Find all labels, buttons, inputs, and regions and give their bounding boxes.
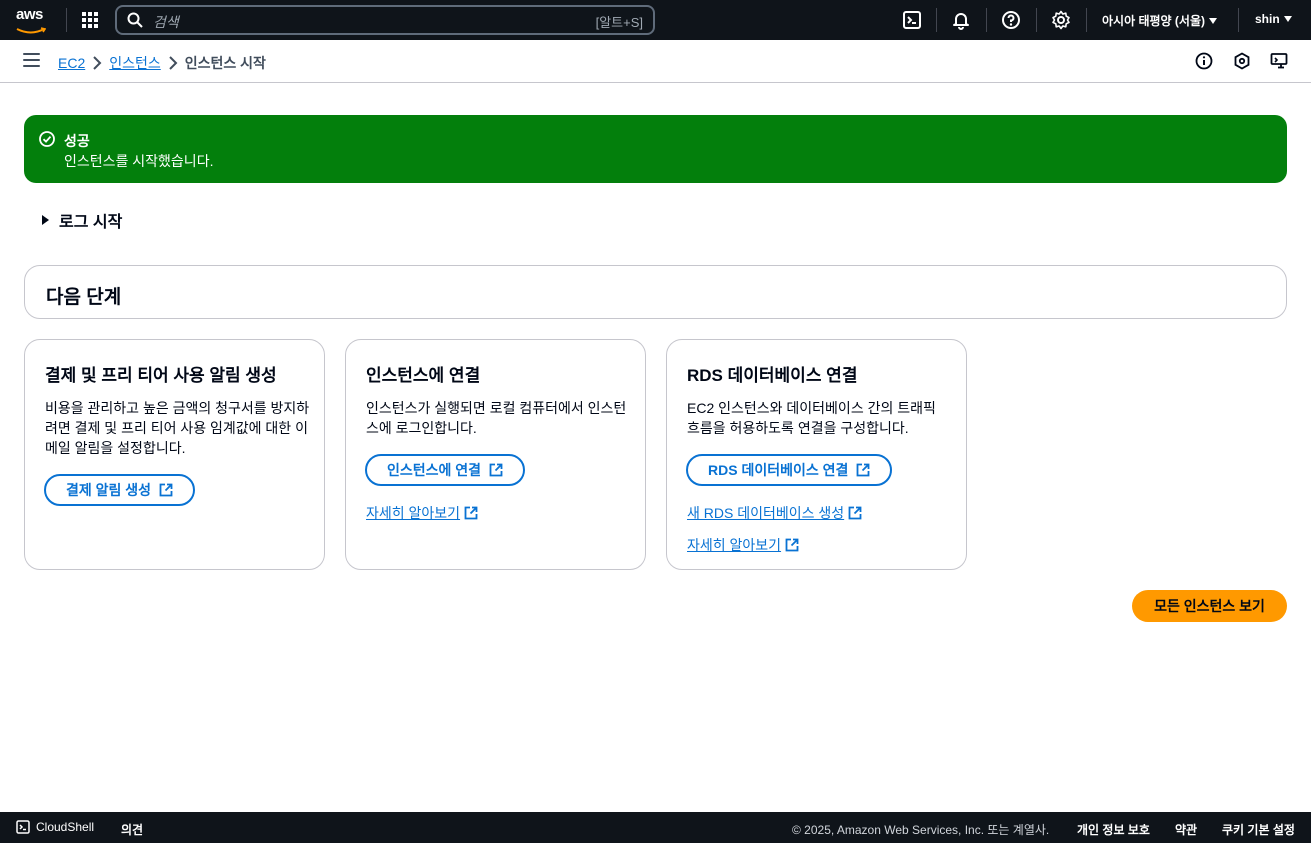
card-title: 결제 및 프리 티어 사용 알림 생성	[45, 366, 277, 385]
link-label: 자세히 알아보기	[687, 537, 782, 553]
flash-message: 인스턴스를 시작했습니다.	[64, 153, 214, 169]
external-link-icon	[856, 463, 870, 477]
divider	[986, 8, 987, 32]
search-shortcut: [알트+S]	[595, 15, 643, 30]
footer: CloudShell 의견 © 2025, Amazon Web Service…	[0, 812, 1311, 843]
cloudshell-icon	[16, 820, 30, 834]
log-expander-label: 로그 시작	[59, 214, 123, 231]
search-input[interactable]: 검색 [알트+S]	[115, 5, 655, 35]
top-navigation: aws 검색 [알트+S] 아시아 태평양 (서울) shin	[0, 0, 1311, 40]
chevron-right-icon	[85, 55, 109, 71]
info-icon[interactable]	[1195, 52, 1213, 70]
log-expander[interactable]: 로그 시작	[42, 208, 122, 232]
external-link-icon	[159, 483, 173, 497]
link-label: 새 RDS 데이터베이스 생성	[687, 505, 845, 521]
external-link-icon	[848, 506, 862, 520]
aws-logo-text: aws	[16, 6, 43, 23]
region-selector[interactable]: 아시아 태평양 (서울)	[1102, 12, 1217, 29]
card-title: RDS 데이터베이스 연결	[687, 366, 858, 385]
success-icon	[39, 131, 55, 147]
external-link-icon	[785, 538, 799, 552]
card-title: 인스턴스에 연결	[366, 366, 481, 385]
divider	[1086, 8, 1087, 32]
link-label: 자세히 알아보기	[366, 505, 461, 521]
aws-logo[interactable]: aws	[16, 6, 50, 34]
create-rds-link[interactable]: 새 RDS 데이터베이스 생성	[687, 503, 862, 523]
divider	[1036, 8, 1037, 32]
caret-right-icon	[42, 215, 49, 225]
connect-instance-button[interactable]: 인스턴스에 연결	[365, 454, 526, 486]
privacy-link[interactable]: 개인 정보 보호	[1077, 821, 1150, 838]
divider	[936, 8, 937, 32]
button-label: 결제 알림 생성	[66, 482, 152, 498]
chevron-right-icon	[161, 55, 185, 71]
divider	[66, 8, 67, 32]
cloudshell-label: CloudShell	[36, 820, 95, 834]
caret-down-icon	[1208, 18, 1217, 24]
divider	[1238, 8, 1239, 32]
learn-more-link[interactable]: 자세히 알아보기	[366, 503, 478, 523]
breadcrumb-bar: EC2 인스턴스 인스턴스 시작	[0, 40, 1311, 83]
settings-icon[interactable]	[1051, 10, 1071, 30]
aws-smile-icon	[16, 27, 47, 34]
caret-down-icon	[1283, 16, 1292, 22]
grid-icon[interactable]	[81, 11, 99, 29]
cookie-preferences-link[interactable]: 쿠키 기본 설정	[1222, 821, 1295, 838]
feedback-link[interactable]: 의견	[121, 821, 143, 838]
breadcrumb-current: 인스턴스 시작	[184, 55, 266, 71]
card-rds-connect: RDS 데이터베이스 연결 EC2 인스턴스와 데이터베이스 간의 트래픽 흐름…	[666, 339, 967, 570]
card-description: 비용을 관리하고 높은 금액의 청구서를 방지하려면 결제 및 프리 티어 사용…	[45, 400, 310, 456]
breadcrumb-instances[interactable]: 인스턴스	[109, 53, 161, 73]
card-description: EC2 인스턴스와 데이터베이스 간의 트래픽 흐름을 허용하도록 연결을 구성…	[687, 400, 936, 436]
create-billing-alert-button[interactable]: 결제 알림 생성	[44, 474, 196, 506]
card-description: 인스턴스가 실행되면 로컬 컴퓨터에서 인스턴스에 로그인합니다.	[366, 400, 627, 436]
search-placeholder: 검색	[153, 14, 179, 30]
region-label: 아시아 태평양 (서울)	[1102, 14, 1205, 28]
card-billing-alerts: 결제 및 프리 티어 사용 알림 생성 비용을 관리하고 높은 금액의 청구서를…	[24, 339, 325, 570]
external-link-icon	[489, 463, 503, 477]
card-connect-instance: 인스턴스에 연결 인스턴스가 실행되면 로컬 컴퓨터에서 인스턴스에 로그인합니…	[345, 339, 646, 570]
cloudshell-button[interactable]: CloudShell	[16, 820, 94, 834]
hexagon-icon[interactable]	[1233, 52, 1251, 70]
help-icon[interactable]	[1001, 10, 1021, 30]
success-flash: 성공 인스턴스를 시작했습니다.	[24, 115, 1287, 183]
external-link-icon	[464, 506, 478, 520]
monitor-icon[interactable]	[1270, 52, 1288, 70]
user-menu[interactable]: shin	[1255, 12, 1292, 26]
next-steps-container: 다음 단계	[24, 265, 1287, 319]
next-steps-heading: 다음 단계	[46, 287, 122, 308]
search-icon	[127, 12, 143, 28]
breadcrumb: EC2 인스턴스 인스턴스 시작	[58, 53, 266, 73]
menu-icon[interactable]	[23, 53, 40, 69]
button-label: RDS 데이터베이스 연결	[708, 462, 849, 478]
learn-more-link[interactable]: 자세히 알아보기	[687, 535, 799, 555]
flash-title: 성공	[64, 133, 90, 149]
view-all-instances-button[interactable]: 모든 인스턴스 보기	[1132, 590, 1287, 622]
cloudshell-icon[interactable]	[902, 10, 922, 30]
terms-link[interactable]: 약관	[1175, 821, 1197, 838]
user-name: shin	[1255, 12, 1280, 26]
breadcrumb-ec2[interactable]: EC2	[58, 55, 85, 71]
bell-icon[interactable]	[951, 10, 971, 30]
copyright-text: © 2025, Amazon Web Services, Inc. 또는 계열사…	[792, 823, 1050, 837]
connect-rds-button[interactable]: RDS 데이터베이스 연결	[686, 454, 893, 486]
button-label: 인스턴스에 연결	[387, 462, 482, 478]
